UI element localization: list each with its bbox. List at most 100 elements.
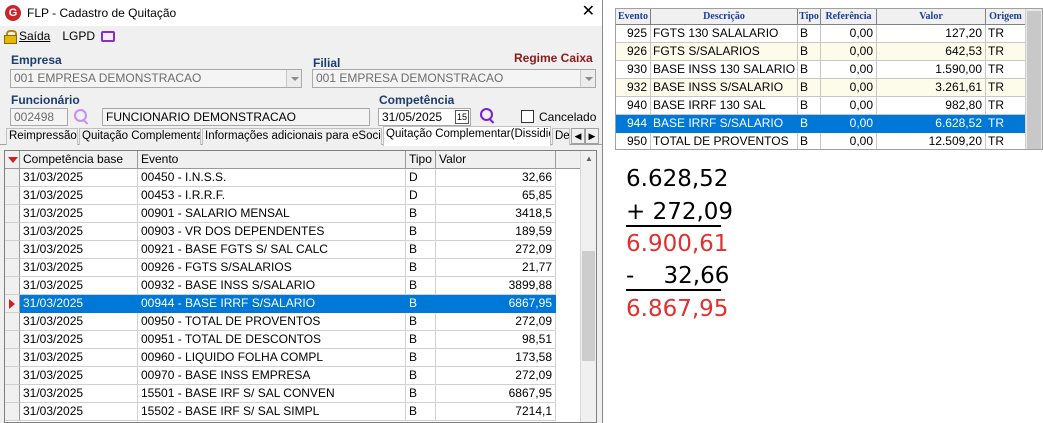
table-cell[interactable]: 31/03/2025 bbox=[20, 385, 138, 403]
eventos-vertical-scrollbar[interactable] bbox=[1025, 9, 1042, 149]
row-indicator[interactable] bbox=[5, 223, 20, 241]
table-cell[interactable]: B bbox=[406, 313, 436, 331]
table-cell[interactable]: 0,00 bbox=[821, 79, 877, 97]
table-cell[interactable]: 173,58 bbox=[436, 349, 556, 367]
row-indicator[interactable] bbox=[5, 277, 20, 295]
header-valor[interactable]: Valor bbox=[877, 9, 986, 25]
table-cell[interactable]: 0,00 bbox=[821, 43, 877, 61]
table-row[interactable]: 31/03/2025 00932 - BASE INSS S/SALARIO B 38… bbox=[5, 277, 582, 295]
table-cell[interactable]: 3418,5 bbox=[436, 205, 556, 223]
table-cell[interactable]: 7214,1 bbox=[436, 403, 556, 421]
table-cell[interactable]: TR bbox=[986, 61, 1026, 79]
eventos-scroll-thumb[interactable] bbox=[1027, 11, 1041, 149]
row-indicator[interactable] bbox=[5, 187, 20, 205]
table-row[interactable]: 926 FGTS S/SALARIOS B 0,00 642,53 TR bbox=[616, 43, 1026, 61]
row-indicator[interactable] bbox=[5, 295, 20, 313]
calendar-icon[interactable]: 15 bbox=[455, 110, 469, 124]
table-cell[interactable]: 3.261,61 bbox=[877, 79, 986, 97]
table-cell[interactable]: BASE INSS S/SALARIO bbox=[651, 79, 798, 97]
table-cell[interactable]: 6867,95 bbox=[436, 295, 556, 313]
table-cell[interactable]: B bbox=[406, 403, 436, 421]
search-icon[interactable] bbox=[74, 109, 90, 125]
table-cell[interactable]: 31/03/2025 bbox=[20, 223, 138, 241]
table-cell[interactable]: B bbox=[406, 241, 436, 259]
menu-saida[interactable]: Saída bbox=[4, 29, 50, 44]
table-row[interactable]: 31/03/2025 00970 - BASE INSS EMPRESA B 272,… bbox=[5, 367, 582, 385]
table-cell[interactable]: FGTS 130 SALALARIO bbox=[651, 25, 798, 43]
table-cell[interactable]: B bbox=[798, 61, 821, 79]
tab-quitacao-dissidio[interactable]: Quitação Complementar(Dissidio) bbox=[383, 126, 551, 146]
table-row[interactable]: 930 BASE INSS 130 SALARIO B 0,00 1.590,00 TR bbox=[616, 61, 1026, 79]
filial-select[interactable]: 001 EMPRESA DEMONSTRACAO bbox=[312, 69, 596, 88]
header-descricao[interactable]: Descrição bbox=[651, 9, 798, 25]
table-row[interactable]: 940 BASE IRRF 130 SAL B 0,00 982,80 TR bbox=[616, 97, 1026, 115]
table-cell[interactable]: BASE IRRF 130 SAL bbox=[651, 97, 798, 115]
table-cell[interactable]: B bbox=[798, 97, 821, 115]
table-cell[interactable]: TR bbox=[986, 25, 1026, 43]
table-cell[interactable]: 00960 - LIQUIDO FOLHA COMPL bbox=[138, 349, 406, 367]
table-cell[interactable]: 930 bbox=[616, 61, 651, 79]
table-cell[interactable]: D bbox=[406, 187, 436, 205]
header-evento[interactable]: Evento bbox=[616, 9, 651, 25]
table-cell[interactable]: 31/03/2025 bbox=[20, 169, 138, 187]
table-cell[interactable]: 00450 - I.N.S.S. bbox=[138, 169, 406, 187]
table-row[interactable]: 31/03/2025 00926 - FGTS S/SALARIOS B 21,77 bbox=[5, 259, 582, 277]
chevron-down-icon[interactable] bbox=[580, 70, 595, 87]
row-indicator[interactable] bbox=[5, 349, 20, 367]
table-cell[interactable]: TR bbox=[986, 79, 1026, 97]
table-cell[interactable]: 944 bbox=[616, 115, 651, 133]
table-cell[interactable]: TR bbox=[986, 115, 1026, 133]
menu-lgpd[interactable]: LGPD bbox=[62, 29, 116, 43]
table-cell[interactable]: D bbox=[406, 169, 436, 187]
table-cell[interactable]: 21,77 bbox=[436, 259, 556, 277]
table-cell[interactable]: 6867,95 bbox=[436, 385, 556, 403]
table-cell[interactable]: 00932 - BASE INSS S/SALARIO bbox=[138, 277, 406, 295]
header-tipo[interactable]: Tipo bbox=[406, 151, 436, 169]
table-cell[interactable]: 189,59 bbox=[436, 223, 556, 241]
table-cell[interactable]: B bbox=[406, 367, 436, 385]
table-cell[interactable]: 31/03/2025 bbox=[20, 205, 138, 223]
table-row[interactable]: 950 TOTAL DE PROVENTOS B 0,00 12.509,20 TR bbox=[616, 133, 1026, 149]
row-indicator[interactable] bbox=[5, 241, 20, 259]
table-cell[interactable]: 31/03/2025 bbox=[20, 331, 138, 349]
table-cell[interactable]: B bbox=[406, 223, 436, 241]
table-cell[interactable]: 272,09 bbox=[436, 367, 556, 385]
table-cell[interactable]: 00944 - BASE IRRF S/SALARIO bbox=[138, 295, 406, 313]
table-cell[interactable]: 0,00 bbox=[821, 115, 877, 133]
table-cell[interactable]: 65,85 bbox=[436, 187, 556, 205]
table-row[interactable]: 31/03/2025 00903 - VR DOS DEPENDENTES B 189… bbox=[5, 223, 582, 241]
table-row[interactable]: 31/03/2025 00450 - I.N.S.S. D 32,66 bbox=[5, 169, 582, 187]
header-evento[interactable]: Evento bbox=[138, 151, 406, 169]
table-cell[interactable]: 982,80 bbox=[877, 97, 986, 115]
table-cell[interactable]: 31/03/2025 bbox=[20, 367, 138, 385]
scroll-up-icon[interactable]: ▲ bbox=[581, 151, 596, 167]
table-cell[interactable]: 925 bbox=[616, 25, 651, 43]
row-indicator[interactable] bbox=[5, 403, 20, 421]
table-cell[interactable]: B bbox=[406, 205, 436, 223]
header-origem[interactable]: Origem bbox=[986, 9, 1026, 25]
header-valor[interactable]: Valor bbox=[436, 151, 556, 169]
table-cell[interactable]: B bbox=[798, 79, 821, 97]
table-cell[interactable]: 15502 - BASE IRF S/ SAL SIMPL bbox=[138, 403, 406, 421]
header-referencia[interactable]: Referência bbox=[821, 9, 877, 25]
row-indicator[interactable] bbox=[5, 259, 20, 277]
table-cell[interactable]: 15501 - BASE IRF S/ SAL CONVEN bbox=[138, 385, 406, 403]
table-cell[interactable]: BASE INSS 130 SALARIO bbox=[651, 61, 798, 79]
table-cell[interactable]: 31/03/2025 bbox=[20, 295, 138, 313]
header-competencia-base[interactable]: Competência base bbox=[20, 151, 138, 169]
table-cell[interactable]: B bbox=[798, 43, 821, 61]
table-cell[interactable]: 950 bbox=[616, 133, 651, 149]
table-cell[interactable]: B bbox=[798, 133, 821, 149]
cancelado-checkbox[interactable] bbox=[521, 110, 534, 123]
table-cell[interactable]: 00901 - SALARIO MENSAL bbox=[138, 205, 406, 223]
table-cell[interactable]: 0,00 bbox=[821, 133, 877, 149]
table-cell[interactable]: 642,53 bbox=[877, 43, 986, 61]
table-cell[interactable]: B bbox=[406, 331, 436, 349]
table-cell[interactable]: 0,00 bbox=[821, 25, 877, 43]
table-cell[interactable]: 98,51 bbox=[436, 331, 556, 349]
table-cell[interactable]: 00926 - FGTS S/SALARIOS bbox=[138, 259, 406, 277]
table-cell[interactable]: 00453 - I.R.R.F. bbox=[138, 187, 406, 205]
table-row[interactable]: 31/03/2025 00944 - BASE IRRF S/SALARIO B 68… bbox=[5, 295, 582, 313]
table-cell[interactable]: 3899,88 bbox=[436, 277, 556, 295]
table-cell[interactable]: 31/03/2025 bbox=[20, 349, 138, 367]
